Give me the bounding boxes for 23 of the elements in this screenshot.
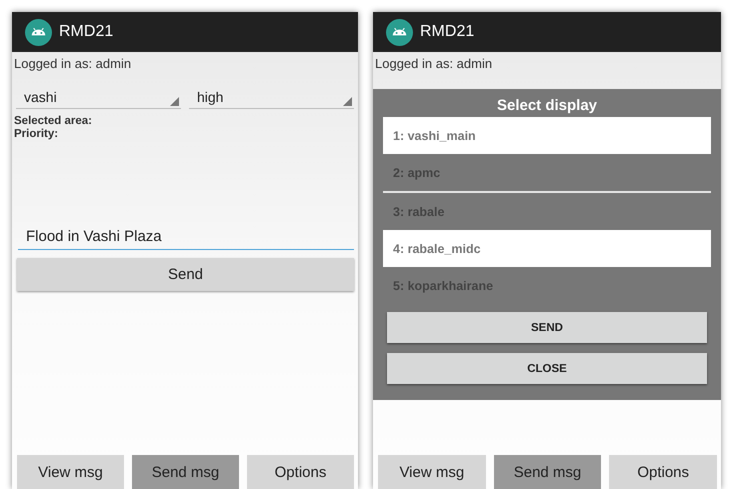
app-icon xyxy=(25,18,52,46)
list-item[interactable]: 1: vashi_main xyxy=(383,117,711,154)
dialog-button[interactable]: SEND xyxy=(387,312,707,343)
message-field[interactable]: Flood in Vashi Plaza xyxy=(18,223,354,250)
list-item[interactable]: 4: rabale_midc xyxy=(383,230,711,267)
nav-tab[interactable]: Send msg xyxy=(132,455,239,489)
nav-tab[interactable]: View msg xyxy=(17,455,124,489)
app-icon xyxy=(386,18,413,46)
nav-tab[interactable]: Options xyxy=(247,455,354,489)
send-button[interactable]: Send xyxy=(17,258,354,291)
nav-tab[interactable]: View msg xyxy=(378,455,486,489)
nav-tab[interactable]: Options xyxy=(609,455,718,489)
info-label: Priority: xyxy=(14,128,58,140)
app-title: RMD21 xyxy=(59,23,114,41)
nav-tab[interactable]: Send msg xyxy=(494,455,602,489)
dropdown[interactable]: high xyxy=(189,85,354,109)
dialog-title: Select display xyxy=(496,97,598,114)
info-label: Selected area: xyxy=(14,115,92,127)
app-title: RMD21 xyxy=(420,23,474,41)
dropdown[interactable]: vashi xyxy=(16,85,181,109)
login-status: Logged in as: admin xyxy=(14,56,132,71)
dialog-button[interactable]: CLOSE xyxy=(387,353,707,384)
login-status: Logged in as: admin xyxy=(375,56,492,71)
